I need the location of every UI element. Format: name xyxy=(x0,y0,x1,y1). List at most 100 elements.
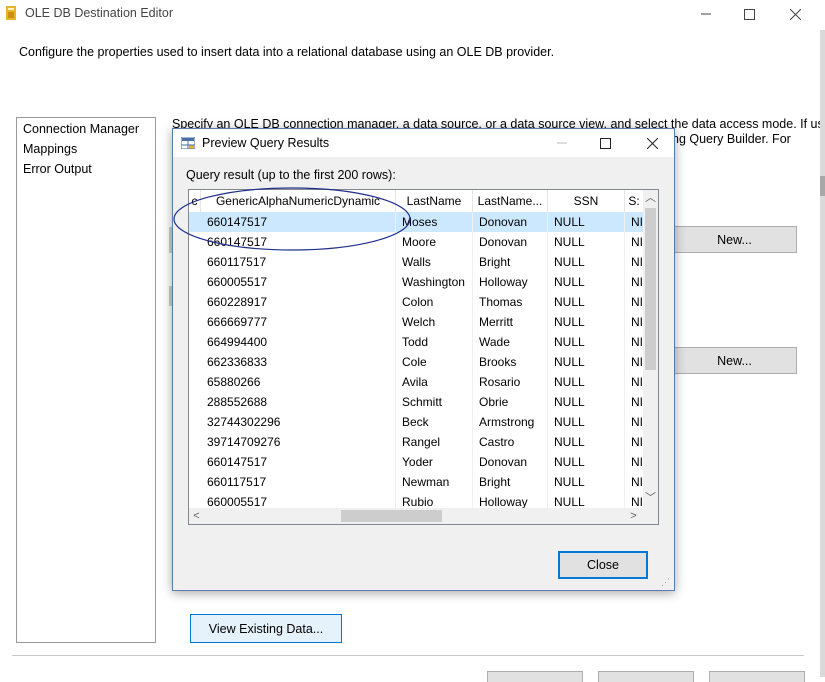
table-row[interactable]: 664994400 Todd Wade NULL NI xyxy=(189,332,644,352)
table-cell: NULL xyxy=(548,292,625,312)
table-cell: 660147517 xyxy=(189,452,396,472)
scroll-up-icon[interactable]: ︿ xyxy=(643,190,658,206)
table-row[interactable]: 660005517 Washington Holloway NULL NI xyxy=(189,272,644,292)
new-table-button[interactable]: New... xyxy=(672,347,797,374)
table-cell: Walls xyxy=(396,252,473,272)
table-cell: NI xyxy=(625,412,644,432)
close-button[interactable]: Close xyxy=(558,551,648,579)
table-cell: NULL xyxy=(548,272,625,292)
table-cell: NI xyxy=(625,472,644,492)
table-row[interactable]: 660147517 Moore Donovan NULL NI xyxy=(189,232,644,252)
table-cell: Donovan xyxy=(473,212,548,232)
table-row[interactable]: 660147517 Yoder Donovan NULL NI xyxy=(189,452,644,472)
grid-header: c GenericAlphaNumericDynamic LastName La… xyxy=(189,190,644,213)
dialog-title: Preview Query Results xyxy=(202,136,330,150)
table-cell: Avila xyxy=(396,372,473,392)
vertical-scrollbar[interactable]: ︿ ﹀ xyxy=(643,190,658,508)
nav-item-mappings[interactable]: Mappings xyxy=(23,142,77,156)
nav-item-error-output[interactable]: Error Output xyxy=(23,162,92,176)
dialog-close-icon[interactable] xyxy=(630,131,674,155)
table-cell: Cole xyxy=(396,352,473,372)
table-cell: NULL xyxy=(548,452,625,472)
table-row[interactable]: 660228917 Colon Thomas NULL NI xyxy=(189,292,644,312)
scroll-right-icon[interactable]: > xyxy=(626,508,641,524)
table-cell: 660228917 xyxy=(189,292,396,312)
table-cell: Bright xyxy=(473,252,548,272)
column-header[interactable]: S: xyxy=(625,190,644,212)
table-cell: Donovan xyxy=(473,452,548,472)
table-cell: Todd xyxy=(396,332,473,352)
dialog-minimize-icon[interactable] xyxy=(540,131,584,155)
table-cell: Colon xyxy=(396,292,473,312)
table-row[interactable]: 662336833 Cole Brooks NULL NI xyxy=(189,352,644,372)
table-cell: NULL xyxy=(548,472,625,492)
right-scrollbar[interactable] xyxy=(820,30,825,677)
column-header[interactable]: LastName xyxy=(396,190,473,212)
connection-instructions-line2: ng Query Builder. For xyxy=(672,132,791,146)
table-row[interactable]: 32744302296 Beck Armstrong NULL NI xyxy=(189,412,644,432)
table-cell: 660147517 xyxy=(189,212,396,232)
column-header[interactable]: LastName... xyxy=(473,190,548,212)
close-icon[interactable] xyxy=(773,0,817,28)
table-row[interactable]: 660117517 Walls Bright NULL NI xyxy=(189,252,644,272)
table-cell: 65880266 xyxy=(189,372,396,392)
table-row[interactable]: 660147517 Moses Donovan NULL NI xyxy=(189,212,644,232)
maximize-icon[interactable] xyxy=(727,0,771,28)
table-cell: Rangel xyxy=(396,432,473,452)
table-cell: 39714709276 xyxy=(189,432,396,452)
table-cell: NULL xyxy=(548,352,625,372)
table-cell: Castro xyxy=(473,432,548,452)
grid-icon xyxy=(181,137,195,149)
results-grid[interactable]: c GenericAlphaNumericDynamic LastName La… xyxy=(188,189,659,525)
table-cell: 32744302296 xyxy=(189,412,396,432)
table-cell: Armstrong xyxy=(473,412,548,432)
editor-description: Configure the properties used to insert … xyxy=(19,45,555,59)
table-row[interactable]: 39714709276 Rangel Castro NULL NI xyxy=(189,432,644,452)
minimize-icon[interactable] xyxy=(684,0,728,28)
dialog-maximize-icon[interactable] xyxy=(583,131,627,155)
table-row[interactable]: 660117517 Newman Bright NULL NI xyxy=(189,472,644,492)
table-cell: NI xyxy=(625,212,644,232)
table-cell: Welch xyxy=(396,312,473,332)
table-cell: Wade xyxy=(473,332,548,352)
column-header[interactable]: c xyxy=(189,190,201,212)
table-cell: NI xyxy=(625,432,644,452)
grid-body: 660147517 Moses Donovan NULL NI 660147517 Moor… xyxy=(189,212,644,512)
query-result-label: Query result (up to the first 200 rows): xyxy=(186,168,396,182)
table-cell: Rosario xyxy=(473,372,548,392)
vertical-scroll-thumb[interactable] xyxy=(645,208,656,370)
right-scrollbar-thumb[interactable] xyxy=(820,176,825,196)
app-icon xyxy=(6,6,16,20)
table-cell: NI xyxy=(625,332,644,352)
table-cell: NI xyxy=(625,272,644,292)
table-row[interactable]: 288552688 Schmitt Obrie NULL NI xyxy=(189,392,644,412)
table-cell: NI xyxy=(625,452,644,472)
table-cell: NULL xyxy=(548,372,625,392)
main-title-bar: OLE DB Destination Editor xyxy=(0,0,825,28)
table-cell: NULL xyxy=(548,252,625,272)
table-cell: NI xyxy=(625,372,644,392)
table-cell: Beck xyxy=(396,412,473,432)
scroll-left-icon[interactable]: < xyxy=(189,508,204,524)
horizontal-scrollbar[interactable]: < > xyxy=(189,508,644,524)
table-cell: 288552688 xyxy=(189,392,396,412)
new-connection-button[interactable]: New... xyxy=(672,226,797,253)
nav-item-connection-manager[interactable]: Connection Manager xyxy=(23,122,139,136)
column-header[interactable]: SSN xyxy=(548,190,625,212)
table-cell: Bright xyxy=(473,472,548,492)
table-cell: Thomas xyxy=(473,292,548,312)
table-row[interactable]: 65880266 Avila Rosario NULL NI xyxy=(189,372,644,392)
resize-grip-icon[interactable]: ⋰ xyxy=(661,577,673,589)
table-cell: 662336833 xyxy=(189,352,396,372)
scroll-down-icon[interactable]: ﹀ xyxy=(643,490,658,506)
table-cell: NULL xyxy=(548,432,625,452)
view-existing-data-button[interactable]: View Existing Data... xyxy=(190,614,342,643)
table-cell: NULL xyxy=(548,312,625,332)
nav-panel: Connection Manager Mappings Error Output xyxy=(16,117,156,643)
table-cell: NI xyxy=(625,392,644,412)
table-cell: Holloway xyxy=(473,272,548,292)
table-row[interactable]: 666669777 Welch Merritt NULL NI xyxy=(189,312,644,332)
column-header[interactable]: GenericAlphaNumericDynamic xyxy=(201,190,396,212)
table-cell: 660005517 xyxy=(189,272,396,292)
horizontal-scroll-thumb[interactable] xyxy=(341,510,442,522)
